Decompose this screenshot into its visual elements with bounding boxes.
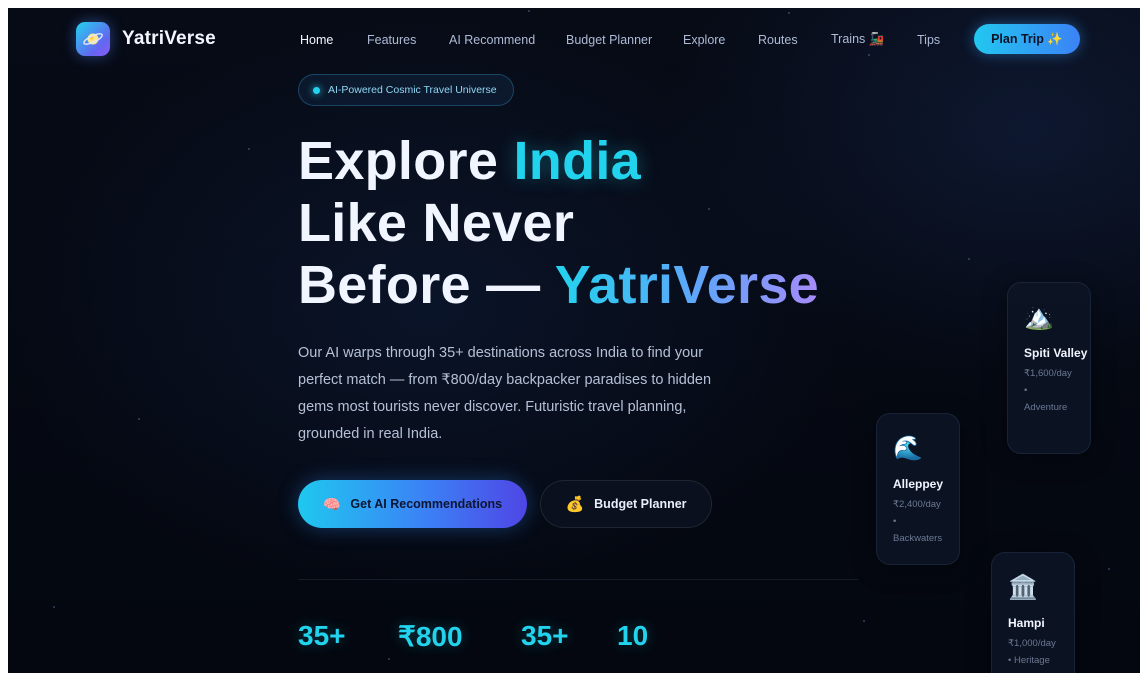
brand-name: YatriVerse [122,28,216,49]
money-bag-icon: 💰 [565,496,585,513]
card-price: ₹1,000/day [1008,638,1056,649]
hero-title: Explore India Like Never Before — YatriV… [298,130,898,316]
card-name: Hampi [1008,616,1045,630]
status-dot-icon [313,86,320,94]
hero-description: Our AI warps through 35+ destinations ac… [298,345,712,442]
destination-card-spiti[interactable]: 🏔️ Spiti Valley ₹1,600/day • Adventure [1007,282,1091,454]
card-name: Alleppey [893,477,944,491]
temple-icon: 🏛️ [1008,574,1038,601]
budget-planner-label: Budget Planner [594,497,687,511]
get-ai-recommendations-button[interactable]: 🧠 Get AI Recommendations [298,480,527,528]
card-price: ₹2,400/day [893,499,941,510]
card-tag: Adventure [1024,402,1068,413]
stat-destinations: 35+ [298,620,346,651]
hero-divider [298,579,858,580]
top-navbar: YatriVerse Home Features AI Recommend Bu… [8,8,1140,70]
nav-link-home[interactable]: Home [300,31,367,49]
card-separator: • [1024,385,1028,396]
wave-icon: 🌊 [893,435,923,462]
hero-title-text: Explore [298,131,514,191]
stat-count: 35+ [521,620,569,651]
nav-links: Home Features AI Recommend Budget Planne… [300,30,957,49]
hero-title-line-3: Before — YatriVerse [298,254,898,316]
card-name: Spiti Valley [1024,346,1088,360]
mountain-icon: 🏔️ [1024,304,1054,331]
nav-link-tips[interactable]: Tips [917,31,957,49]
hero-badge: AI-Powered Cosmic Travel Universe [298,74,514,106]
nav-link-trains[interactable]: Trains 🚂 [831,30,917,49]
hero-title-accent-yatriverse: YatriVerse [554,255,820,315]
card-separator: • [893,516,897,527]
budget-planner-button[interactable]: 💰 Budget Planner [540,480,712,528]
nav-link-explore[interactable]: Explore [683,31,758,49]
hero-title-text: Before — [298,255,555,315]
stat-min-budget: ₹800 [398,621,463,652]
badge-text: AI-Powered Cosmic Travel Universe [328,84,497,96]
get-ai-recommendations-label: Get AI Recommendations [350,497,503,511]
nav-link-features[interactable]: Features [367,31,449,49]
plan-trip-button[interactable]: Plan Trip ✨ [974,24,1080,54]
hero-title-line-2: Like Never [298,193,575,253]
stat-ten: 10 [617,620,649,651]
nav-link-routes[interactable]: Routes [758,31,831,49]
destination-card-hampi[interactable]: 🏛️ Hampi ₹1,000/day • Heritage [991,552,1075,673]
destination-card-alleppey[interactable]: 🌊 Alleppey ₹2,400/day • Backwaters [876,413,960,565]
app-viewport: YatriVerse Home Features AI Recommend Bu… [8,8,1140,673]
hero-title-accent-india: India [513,131,641,191]
nav-link-budget-planner[interactable]: Budget Planner [566,31,683,49]
hero-title-line-1: Explore India [298,130,898,192]
planet-icon [76,22,110,56]
nav-link-ai-recommend[interactable]: AI Recommend [449,31,566,49]
brain-icon: 🧠 [322,495,341,512]
card-price: ₹1,600/day [1024,368,1072,379]
card-tag: Backwaters [893,533,943,544]
brand[interactable]: YatriVerse [76,22,216,56]
card-tag: • Heritage [1008,655,1050,666]
